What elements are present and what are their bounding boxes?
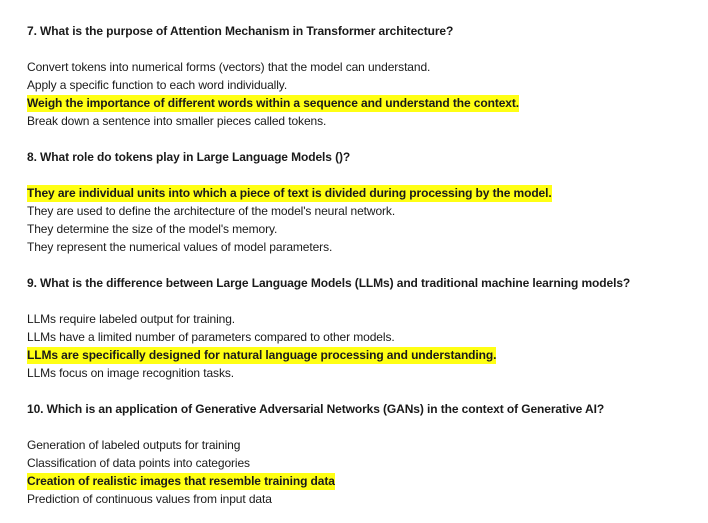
correct-answer-option: Creation of realistic images that resemb… — [27, 472, 697, 490]
answer-option: LLMs require labeled output for training… — [27, 310, 697, 328]
question-block-7: 7. What is the purpose of Attention Mech… — [27, 22, 697, 130]
answer-option-text: Classification of data points into categ… — [27, 456, 250, 470]
answer-option: Generation of labeled outputs for traini… — [27, 436, 697, 454]
answer-options: They are individual units into which a p… — [27, 184, 697, 256]
answer-option: They represent the numerical values of m… — [27, 238, 697, 256]
question-block-10: 10. Which is an application of Generativ… — [27, 400, 697, 508]
answer-option: Classification of data points into categ… — [27, 454, 697, 472]
highlighted-answer-text: Creation of realistic images that resemb… — [27, 473, 335, 490]
answer-option-text: Break down a sentence into smaller piece… — [27, 114, 327, 128]
correct-answer-option: LLMs are specifically designed for natur… — [27, 346, 697, 364]
answer-option-text: They determine the size of the model's m… — [27, 222, 278, 236]
highlighted-answer-text: Weigh the importance of different words … — [27, 95, 520, 112]
answer-options: Generation of labeled outputs for traini… — [27, 436, 697, 508]
answer-option: LLMs have a limited number of parameters… — [27, 328, 697, 346]
answer-option: Apply a specific function to each word i… — [27, 76, 697, 94]
correct-answer-option: Weigh the importance of different words … — [27, 94, 697, 112]
quiz-document: 7. What is the purpose of Attention Mech… — [27, 22, 697, 508]
answer-option-text: Generation of labeled outputs for traini… — [27, 438, 241, 452]
answer-option: They determine the size of the model's m… — [27, 220, 697, 238]
correct-answer-option: They are individual units into which a p… — [27, 184, 697, 202]
answer-option-text: LLMs have a limited number of parameters… — [27, 330, 395, 344]
answer-options: LLMs require labeled output for training… — [27, 310, 697, 382]
answer-option: Convert tokens into numerical forms (vec… — [27, 58, 697, 76]
answer-option-text: Convert tokens into numerical forms (vec… — [27, 60, 431, 74]
answer-options: Convert tokens into numerical forms (vec… — [27, 58, 697, 130]
question-block-9: 9. What is the difference between Large … — [27, 274, 697, 382]
question-title: 10. Which is an application of Generativ… — [27, 402, 605, 416]
answer-option: They are used to define the architecture… — [27, 202, 697, 220]
answer-option: Prediction of continuous values from inp… — [27, 490, 697, 508]
answer-option-text: They represent the numerical values of m… — [27, 240, 333, 254]
question-block-8: 8. What role do tokens play in Large Lan… — [27, 148, 697, 256]
question-title: 8. What role do tokens play in Large Lan… — [27, 150, 351, 164]
highlighted-answer-text: LLMs are specifically designed for natur… — [27, 347, 497, 364]
answer-option: LLMs focus on image recognition tasks. — [27, 364, 697, 382]
answer-option-text: Prediction of continuous values from inp… — [27, 492, 272, 506]
question-title: 7. What is the purpose of Attention Mech… — [27, 24, 454, 38]
answer-option-text: Apply a specific function to each word i… — [27, 78, 288, 92]
answer-option-text: LLMs require labeled output for training… — [27, 312, 236, 326]
answer-option-text: LLMs focus on image recognition tasks. — [27, 366, 234, 380]
answer-option-text: They are used to define the architecture… — [27, 204, 396, 218]
question-title: 9. What is the difference between Large … — [27, 276, 631, 290]
highlighted-answer-text: They are individual units into which a p… — [27, 185, 552, 202]
answer-option: Break down a sentence into smaller piece… — [27, 112, 697, 130]
